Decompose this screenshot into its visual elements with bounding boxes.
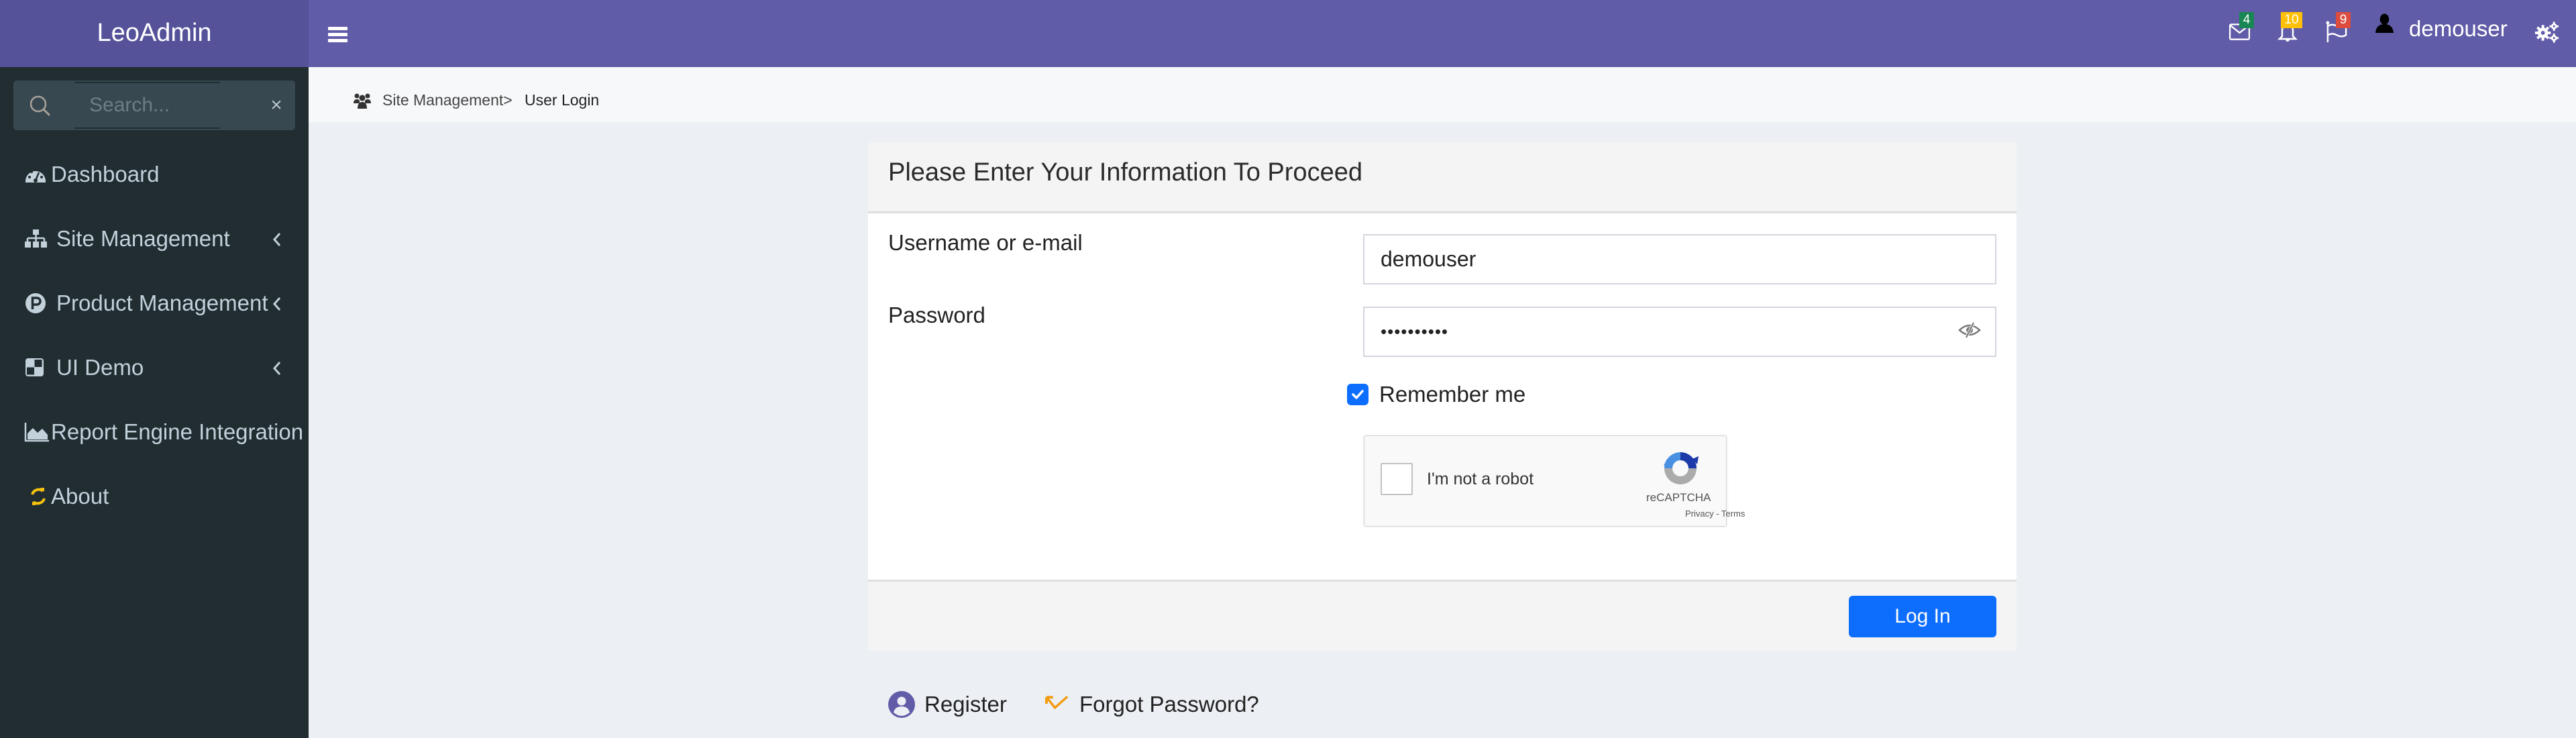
sidebar-item-about[interactable]: About bbox=[0, 464, 309, 529]
eye-slash-icon[interactable] bbox=[1958, 322, 1981, 338]
card-footer: Log In bbox=[868, 580, 2017, 651]
sidebar-item-label: Report Engine Integration bbox=[51, 419, 304, 444]
recaptcha-label: I'm not a robot bbox=[1427, 470, 1534, 488]
sidebar: LeoAdmin × Dashboard bbox=[0, 0, 309, 738]
search-clear-icon[interactable]: × bbox=[265, 94, 288, 117]
notifications-button[interactable]: 10 bbox=[2277, 12, 2311, 44]
sidebar-item-label: UI Demo bbox=[56, 355, 144, 380]
user-menu-name[interactable]: demouser bbox=[2409, 16, 2508, 42]
password-input[interactable] bbox=[1363, 307, 1996, 357]
sidebar-item-dashboard[interactable]: Dashboard bbox=[0, 142, 309, 207]
flags-count-badge: 9 bbox=[2336, 12, 2351, 28]
ui-demo-squares-icon bbox=[25, 358, 44, 376]
forgot-password-link[interactable]: Forgot Password? bbox=[1045, 690, 1259, 719]
chevron-left-icon[interactable] bbox=[270, 229, 284, 250]
top-navbar: 4 10 9 demouser bbox=[309, 0, 2576, 67]
search-input[interactable] bbox=[74, 82, 220, 129]
forgot-arrow-icon bbox=[1045, 696, 1069, 710]
forgot-password-label: Forgot Password? bbox=[1079, 692, 1259, 717]
brand-logo[interactable]: LeoAdmin bbox=[0, 0, 309, 67]
sidebar-item-ui-demo[interactable]: UI Demo bbox=[0, 335, 309, 400]
search-icon[interactable] bbox=[27, 93, 54, 119]
product-p-circle-icon bbox=[25, 293, 46, 313]
card-title: Please Enter Your Information To Proceed bbox=[888, 158, 1362, 187]
sidebar-item-label: Dashboard bbox=[51, 162, 160, 187]
hamburger-line bbox=[328, 33, 347, 36]
breadcrumb-parent-link[interactable]: Site Management> bbox=[382, 91, 513, 109]
area-chart-icon bbox=[24, 423, 49, 442]
recaptcha-privacy-terms-links[interactable]: Privacy - Terms bbox=[1685, 509, 1745, 519]
breadcrumb-current: User Login bbox=[525, 91, 600, 109]
brand-name: LeoAdmin bbox=[97, 18, 212, 47]
sidebar-item-label: Product Management bbox=[56, 291, 268, 315]
user-icon[interactable] bbox=[2375, 13, 2394, 33]
recaptcha-checkbox[interactable] bbox=[1381, 463, 1413, 495]
breadcrumb: Site Management> User Login bbox=[309, 67, 2576, 122]
username-input[interactable] bbox=[1363, 234, 1996, 284]
login-card: Please Enter Your Information To Proceed… bbox=[868, 142, 2017, 651]
flags-button[interactable]: 9 bbox=[2326, 12, 2357, 43]
chevron-left-icon[interactable] bbox=[270, 294, 284, 314]
user-circle-icon bbox=[888, 691, 915, 718]
password-label: Password bbox=[888, 303, 985, 327]
register-label: Register bbox=[924, 692, 1007, 717]
hamburger-line bbox=[328, 39, 347, 42]
sidebar-search: × bbox=[13, 81, 295, 130]
users-icon bbox=[354, 93, 371, 109]
sidebar-item-label: About bbox=[51, 484, 109, 509]
sidebar-item-product-management[interactable]: Product Management bbox=[0, 271, 309, 335]
register-link[interactable]: Register bbox=[888, 690, 1007, 719]
sidebar-item-report-engine-integration[interactable]: Report Engine Integration bbox=[0, 400, 309, 464]
sidebar-menu: Dashboard Site Management Product Manage… bbox=[0, 142, 309, 529]
username-label: Username or e-mail bbox=[888, 230, 1083, 255]
remember-me-label[interactable]: Remember me bbox=[1379, 382, 1525, 407]
log-in-button[interactable]: Log In bbox=[1849, 596, 1996, 637]
checkmark-icon bbox=[1352, 390, 1364, 399]
messages-count-badge: 4 bbox=[2239, 12, 2254, 28]
recaptcha-logo-icon bbox=[1664, 452, 1699, 484]
gears-icon[interactable] bbox=[2534, 21, 2559, 43]
remember-me-checkbox[interactable] bbox=[1347, 384, 1368, 405]
messages-button[interactable]: 4 bbox=[2229, 12, 2258, 43]
recaptcha-brand: reCAPTCHA bbox=[1646, 491, 1711, 504]
recaptcha-widget: I'm not a robot reCAPTCHA Privacy - Term… bbox=[1364, 435, 1745, 527]
dashboard-gauge-icon bbox=[25, 168, 46, 182]
sidebar-toggle-button[interactable] bbox=[328, 27, 348, 46]
hamburger-line bbox=[328, 27, 347, 30]
sync-icon bbox=[31, 488, 46, 505]
sidebar-item-label: Site Management bbox=[56, 226, 230, 251]
notifications-count-badge: 10 bbox=[2281, 12, 2302, 28]
chevron-left-icon[interactable] bbox=[270, 358, 284, 378]
sitemap-icon bbox=[25, 229, 47, 248]
sidebar-item-site-management[interactable]: Site Management bbox=[0, 207, 309, 271]
card-header: Please Enter Your Information To Proceed bbox=[868, 142, 2017, 213]
